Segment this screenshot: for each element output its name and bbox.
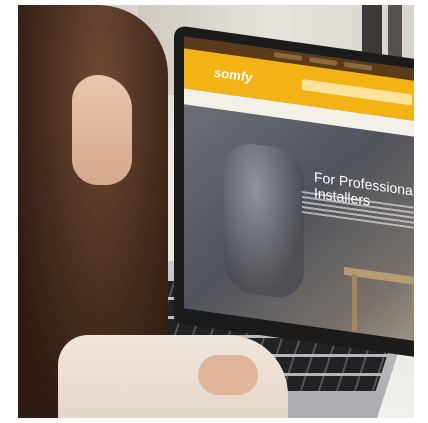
laptop-lid: somfy For Professional Installers <box>174 25 414 359</box>
stool-leg <box>412 282 414 343</box>
laptop-screen: somfy For Professional Installers <box>184 36 414 343</box>
site-logo: somfy <box>214 64 253 86</box>
topbar-link <box>274 52 302 61</box>
photo: somfy For Professional Installers <box>18 5 414 418</box>
topbar-link <box>309 56 337 66</box>
stool-leg <box>352 274 357 343</box>
woman-hand <box>198 355 258 395</box>
site-search <box>302 78 412 106</box>
hero-person <box>224 140 304 302</box>
woman-cheek <box>72 75 132 185</box>
topbar-link <box>344 61 372 71</box>
site-hero: For Professional Installers <box>184 104 414 343</box>
